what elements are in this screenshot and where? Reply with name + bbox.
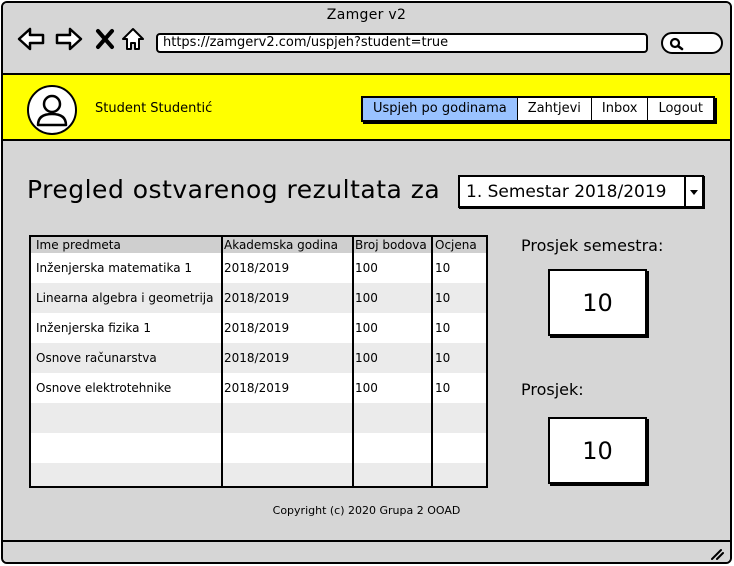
app-header: Student Studentić Uspjeh po godinama Zah…	[3, 73, 730, 141]
cell-points: 100	[355, 381, 378, 395]
cell-year: 2018/2019	[224, 261, 290, 275]
status-bar	[3, 540, 730, 562]
cell-points: 100	[355, 321, 378, 335]
cell-points: 100	[355, 351, 378, 365]
table-row[interactable]: Osnove računarstva 2018/2019 100 10	[31, 343, 486, 373]
tab-uspjeh-po-godinama[interactable]: Uspjeh po godinama	[363, 98, 518, 120]
cell-subject: Inženjerska fizika 1	[36, 321, 151, 335]
semester-select[interactable]: 1. Semestar 2018/2019	[458, 175, 704, 208]
cell-subject: Osnove elektrotehnike	[36, 381, 172, 395]
semester-average-label: Prosjek semestra:	[521, 236, 664, 255]
forward-arrow-icon[interactable]	[55, 25, 83, 53]
column-divider	[221, 237, 223, 486]
overall-average-label: Prosjek:	[521, 380, 584, 399]
url-field[interactable]: https://zamgerv2.com/uspjeh?student=true	[156, 33, 648, 53]
back-arrow-icon[interactable]	[17, 25, 45, 53]
table-row[interactable]: Osnove elektrotehnike 2018/2019 100 10	[31, 373, 486, 403]
avatar[interactable]	[27, 85, 77, 135]
cell-grade: 10	[435, 321, 451, 335]
user-icon	[36, 94, 68, 127]
column-header: Ime predmeta	[36, 238, 121, 252]
cell-grade: 10	[435, 291, 451, 305]
results-table: Ime predmeta Akademska godina Broj bodov…	[29, 235, 488, 488]
cell-year: 2018/2019	[224, 321, 290, 335]
browser-search-button[interactable]	[661, 32, 723, 54]
page-title: Pregled ostvarenog rezultata za	[27, 175, 441, 204]
semester-average-value: 10	[548, 269, 647, 336]
tab-logout[interactable]: Logout	[648, 98, 713, 120]
tab-zahtjevi[interactable]: Zahtjevi	[517, 98, 592, 120]
tab-inbox[interactable]: Inbox	[591, 98, 649, 120]
cell-points: 100	[355, 261, 378, 275]
browser-chrome: Zamger v2 https://zamgerv2.com/uspjeh?st…	[3, 3, 730, 73]
cell-points: 100	[355, 291, 378, 305]
semester-select-value: 1. Semestar 2018/2019	[466, 182, 667, 202]
column-divider	[352, 237, 354, 486]
user-name: Student Studentić	[95, 101, 213, 116]
nav-tabs: Uspjeh po godinama Zahtjevi Inbox Logout	[361, 96, 715, 122]
cell-year: 2018/2019	[224, 291, 290, 305]
cell-grade: 10	[435, 381, 451, 395]
table-row-empty	[31, 463, 486, 486]
cell-grade: 10	[435, 351, 451, 365]
cell-subject: Osnove računarstva	[36, 351, 157, 365]
close-icon[interactable]	[91, 25, 119, 53]
cell-subject: Linearna algebra i geometrija	[36, 291, 214, 305]
table-row[interactable]: Linearna algebra i geometrija 2018/2019 …	[31, 283, 486, 313]
column-header: Broj bodova	[355, 238, 427, 252]
table-row[interactable]: Inženjerska matematika 1 2018/2019 100 1…	[31, 253, 486, 283]
table-row-empty	[31, 403, 486, 433]
browser-window: Zamger v2 https://zamgerv2.com/uspjeh?st…	[1, 1, 732, 564]
cell-year: 2018/2019	[224, 381, 290, 395]
cell-grade: 10	[435, 261, 451, 275]
overall-average-value: 10	[548, 417, 647, 484]
home-icon[interactable]	[119, 25, 147, 53]
window-title: Zamger v2	[326, 7, 407, 23]
column-divider	[431, 237, 433, 486]
resize-grip-icon[interactable]	[710, 548, 724, 560]
copyright-text: Copyright (c) 2020 Grupa 2 OOAD	[272, 504, 461, 517]
column-header: Ocjena	[435, 238, 477, 252]
table-row-empty	[31, 433, 486, 463]
cell-subject: Inženjerska matematika 1	[36, 261, 192, 275]
table-header-row: Ime predmeta Akademska godina Broj bodov…	[31, 237, 486, 253]
table-row[interactable]: Inženjerska fizika 1 2018/2019 100 10	[31, 313, 486, 343]
search-icon	[669, 37, 684, 51]
chevron-down-icon[interactable]	[684, 177, 702, 206]
column-header: Akademska godina	[224, 238, 339, 252]
cell-year: 2018/2019	[224, 351, 290, 365]
